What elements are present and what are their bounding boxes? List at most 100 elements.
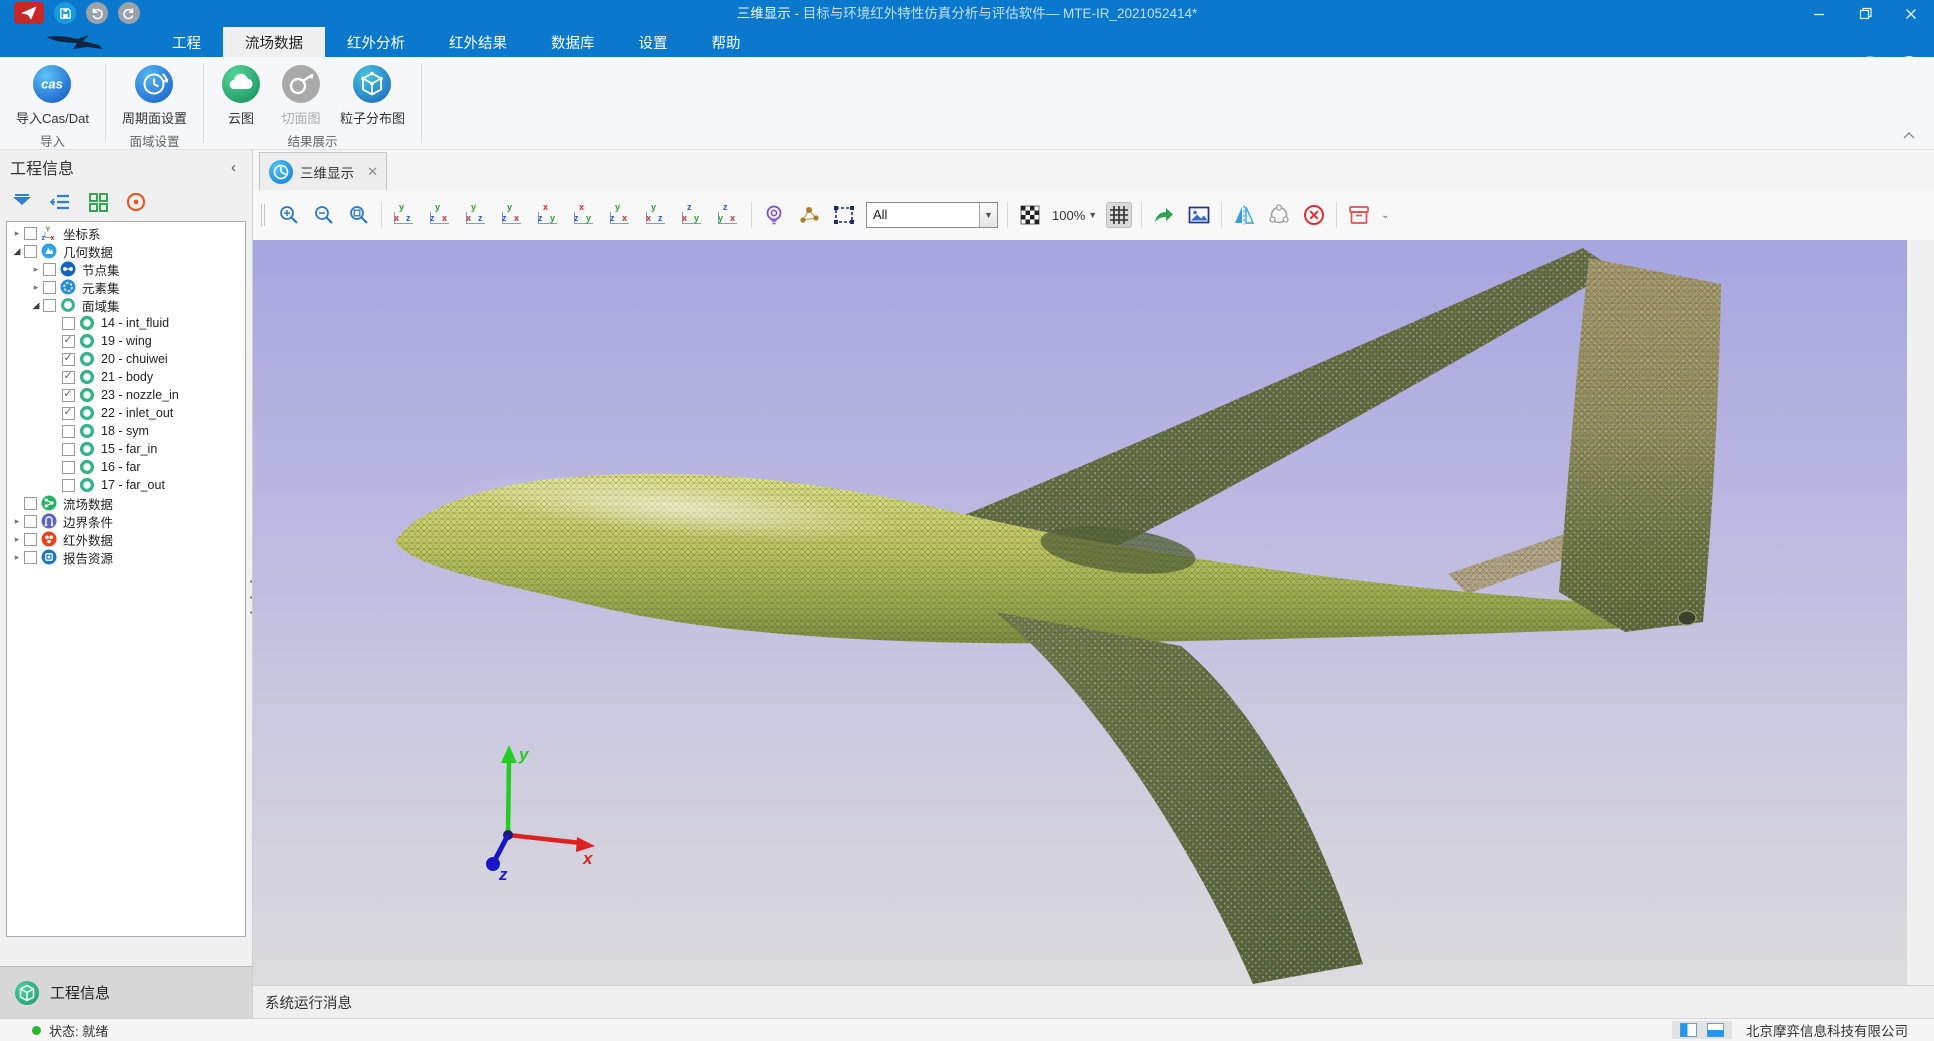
axis-view-button-1[interactable]: y x z	[391, 202, 418, 228]
axis-view-button-2[interactable]: y z x	[427, 202, 454, 228]
tree-item[interactable]: 19 - wing	[7, 332, 245, 350]
tree-item[interactable]: 17 - far_out	[7, 476, 245, 494]
tree-item-checkbox[interactable]	[43, 299, 56, 312]
tree-item-checkbox[interactable]	[24, 497, 37, 510]
outline-list-button[interactable]	[48, 190, 72, 214]
tree-item-checkbox[interactable]	[24, 515, 37, 528]
tree-item[interactable]: ▸ 报告资源	[7, 548, 245, 566]
layout-bottom-icon[interactable]	[1707, 1023, 1724, 1037]
tab-close-icon[interactable]: ✕	[367, 164, 378, 180]
tree-item-checkbox[interactable]	[24, 227, 37, 240]
cloud-plot-button[interactable]: 云图	[214, 61, 268, 129]
tree-item[interactable]: 23 - nozzle_in	[7, 386, 245, 404]
tree-item[interactable]: 16 - far	[7, 458, 245, 476]
axis-view-button-6[interactable]: x z y	[571, 202, 598, 228]
panel-footer-tab[interactable]: 工程信息	[0, 966, 252, 1018]
layout-left-icon[interactable]	[1680, 1023, 1697, 1037]
close-button[interactable]	[1888, 0, 1934, 27]
tree-item-checkbox[interactable]	[62, 425, 75, 438]
expander-icon[interactable]: ▸	[11, 228, 23, 239]
tree-item[interactable]: ▸ 边界条件	[7, 512, 245, 530]
tree-item[interactable]: 21 - body	[7, 368, 245, 386]
export-share-button[interactable]	[1151, 202, 1177, 228]
tree-item-checkbox[interactable]	[62, 353, 75, 366]
mesh-toggle-button[interactable]	[1106, 202, 1132, 228]
axis-view-button-10[interactable]: z y x	[715, 202, 742, 228]
tree-item-checkbox[interactable]	[43, 263, 56, 276]
archive-box-button[interactable]	[1346, 202, 1372, 228]
tree-item-checkbox[interactable]	[62, 389, 75, 402]
tree-item-checkbox[interactable]	[24, 551, 37, 564]
tree-item[interactable]: 18 - sym	[7, 422, 245, 440]
zoom-level-dropdown[interactable]: 100%▼	[1052, 208, 1097, 223]
expander-icon[interactable]: ▸	[30, 264, 42, 275]
light-button[interactable]	[761, 202, 787, 228]
cancel-button[interactable]	[1301, 202, 1327, 228]
expander-icon[interactable]: ▸	[11, 516, 23, 527]
minimize-button[interactable]	[1796, 0, 1842, 27]
periodic-face-button[interactable]: 周期面设置	[116, 61, 193, 129]
panel-collapse-button[interactable]: ‹	[225, 159, 242, 176]
locate-target-button[interactable]	[124, 190, 148, 214]
tree-item[interactable]: ◢ 几何数据	[7, 242, 245, 260]
tree-item[interactable]: ▸ 红外数据	[7, 530, 245, 548]
axis-view-button-4[interactable]: y z x	[499, 202, 526, 228]
filter-button[interactable]	[10, 190, 34, 214]
tree-item-checkbox[interactable]	[24, 533, 37, 546]
tree-item[interactable]: ▸ 元素集	[7, 278, 245, 296]
menu-tab-5[interactable]: 设置	[617, 27, 690, 57]
mirror-button[interactable]	[1231, 202, 1257, 228]
menu-tab-3[interactable]: 红外结果	[427, 27, 529, 57]
menu-tab-2[interactable]: 红外分析	[325, 27, 427, 57]
expander-icon[interactable]: ◢	[11, 246, 23, 257]
tree-item-checkbox[interactable]	[24, 245, 37, 258]
expander-icon[interactable]: ◢	[30, 300, 42, 311]
system-message-bar[interactable]: 系统运行消息	[253, 985, 1934, 1018]
ribbon-collapse-button[interactable]	[1902, 128, 1916, 143]
particle-plot-button[interactable]: 粒子分布图	[334, 61, 411, 129]
3d-viewport[interactable]: y x z	[253, 240, 1907, 985]
slice-plot-button[interactable]: 切面图	[274, 61, 328, 129]
select-region-button[interactable]	[831, 202, 857, 228]
tree-item[interactable]: ◢ 面域集	[7, 296, 245, 314]
menu-tab-1[interactable]: 流场数据	[223, 27, 325, 57]
tab-3d-view[interactable]: 三维显示 ✕	[259, 152, 387, 190]
display-filter-combobox[interactable]: All ▼	[866, 202, 998, 228]
zoom-in-button[interactable]	[276, 202, 302, 228]
menu-tab-4[interactable]: 数据库	[529, 27, 617, 57]
tree-item-checkbox[interactable]	[62, 479, 75, 492]
expander-icon[interactable]: ▸	[11, 552, 23, 563]
menu-tab-6[interactable]: 帮助	[690, 27, 763, 57]
tree-item[interactable]: ▸ 节点集	[7, 260, 245, 278]
axis-view-button-5[interactable]: x z y	[535, 202, 562, 228]
combobox-dropdown-button[interactable]: ▼	[979, 203, 997, 227]
tree-item[interactable]: 22 - inlet_out	[7, 404, 245, 422]
expander-icon[interactable]: ▸	[11, 534, 23, 545]
axis-view-button-3[interactable]: y x z	[463, 202, 490, 228]
tree-item[interactable]: 15 - far_in	[7, 440, 245, 458]
tree-item[interactable]: 20 - chuiwei	[7, 350, 245, 368]
zoom-fit-button[interactable]	[346, 202, 372, 228]
grid-view-button[interactable]	[86, 190, 110, 214]
tree-item-checkbox[interactable]	[62, 407, 75, 420]
tree-item-checkbox[interactable]	[62, 443, 75, 456]
node-display-button[interactable]	[796, 202, 822, 228]
axis-view-button-9[interactable]: z x y	[679, 202, 706, 228]
surface-group-button[interactable]	[1266, 202, 1292, 228]
expander-icon[interactable]: ▸	[30, 282, 42, 293]
tree-item[interactable]: 14 - int_fluid	[7, 314, 245, 332]
chevron-down-icon[interactable]: ⌄	[1381, 210, 1389, 221]
snapshot-button[interactable]	[1186, 202, 1212, 228]
tree-item-checkbox[interactable]	[62, 461, 75, 474]
axis-view-button-8[interactable]: y x z	[643, 202, 670, 228]
zoom-out-button[interactable]	[311, 202, 337, 228]
menu-tab-0[interactable]: 工程	[150, 27, 223, 57]
opacity-button[interactable]	[1017, 202, 1043, 228]
import-cas-dat-button[interactable]: cas 导入Cas/Dat	[10, 61, 95, 129]
tree-item-checkbox[interactable]	[62, 317, 75, 330]
tree-item-checkbox[interactable]	[62, 335, 75, 348]
tree-item-checkbox[interactable]	[43, 281, 56, 294]
restore-button[interactable]	[1842, 0, 1888, 27]
axis-view-button-7[interactable]: y z x	[607, 202, 634, 228]
toolbar-grip[interactable]	[261, 204, 265, 226]
